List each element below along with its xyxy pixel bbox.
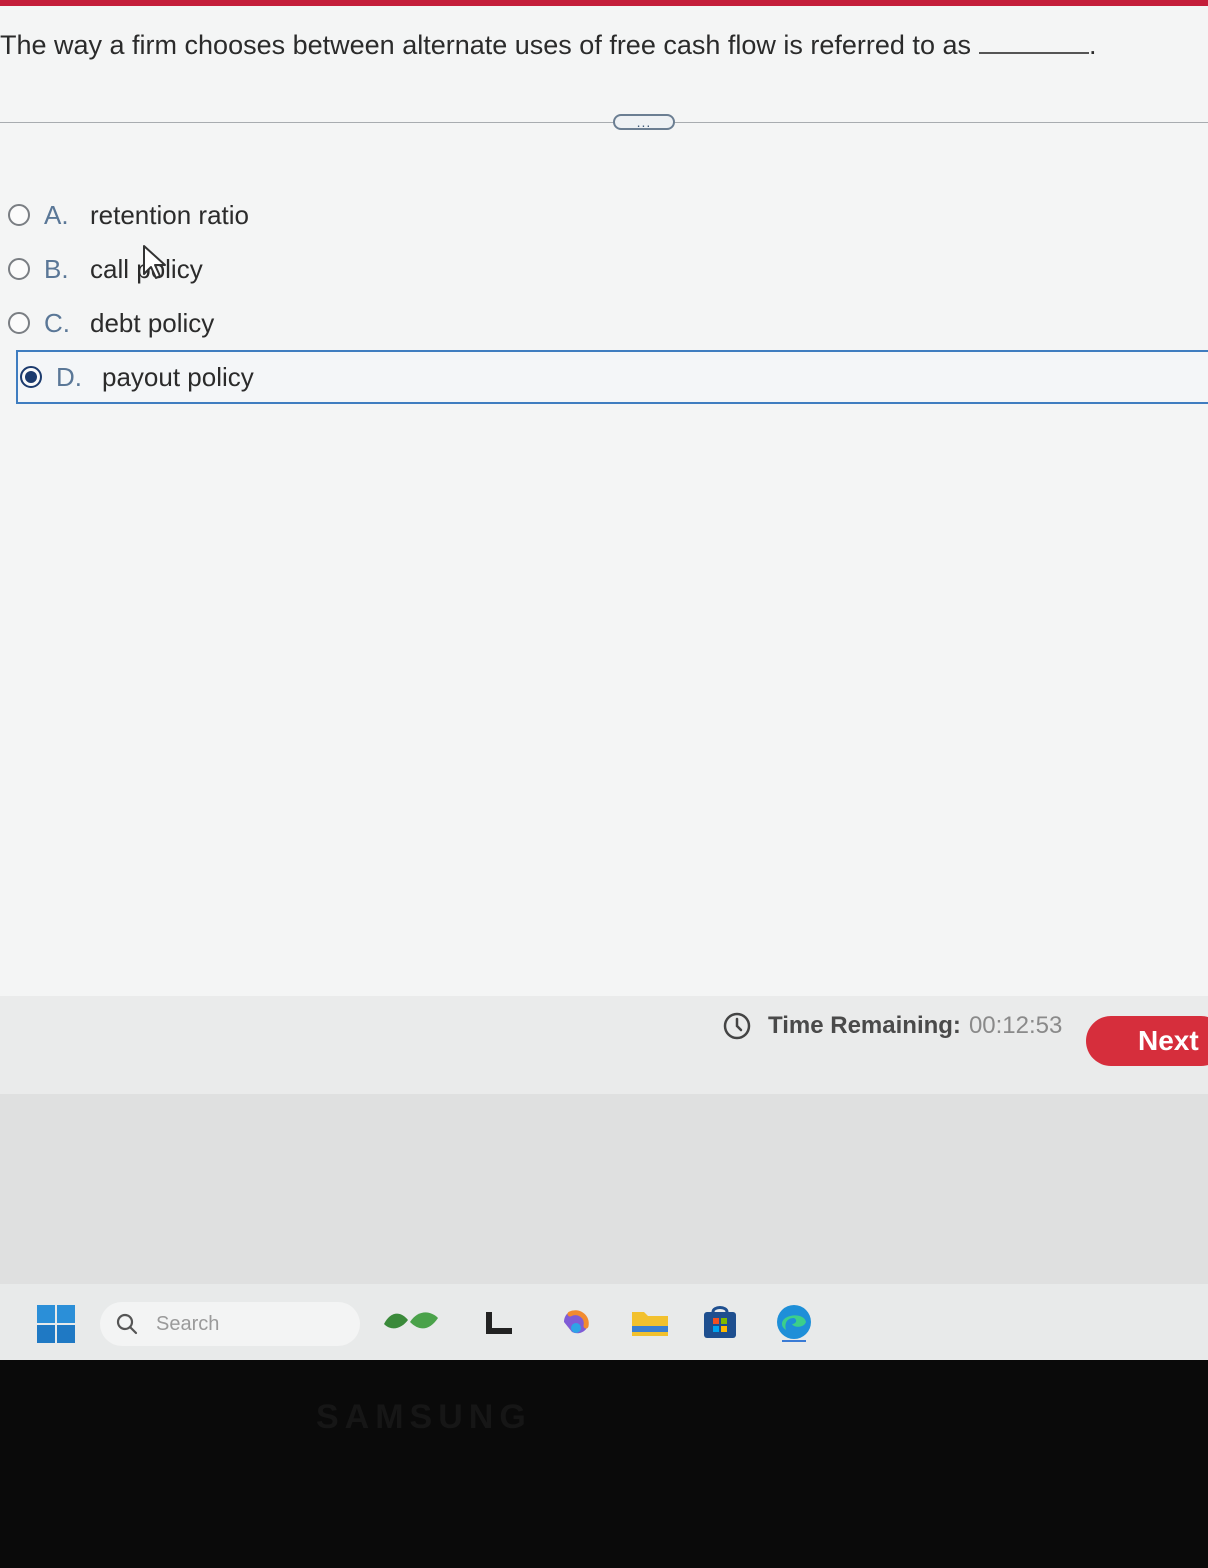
copilot-icon[interactable]	[556, 1302, 596, 1342]
question-prompt: The way a firm chooses between alternate…	[0, 30, 971, 60]
search-icon	[116, 1313, 138, 1335]
task-view-icon[interactable]	[480, 1302, 520, 1342]
search-placeholder: Search	[156, 1312, 220, 1335]
option-c-radio[interactable]	[8, 312, 30, 334]
edge-icon[interactable]	[774, 1302, 814, 1342]
file-explorer-icon[interactable]	[630, 1302, 670, 1342]
expand-content-button[interactable]: ...	[613, 114, 675, 130]
option-c-text: debt policy	[90, 307, 215, 338]
time-remaining-label: Time Remaining:	[768, 1012, 961, 1039]
option-a-text: retention ratio	[90, 199, 249, 230]
option-b-letter: B.	[44, 253, 69, 284]
time-remaining-value: 00:12:53	[968, 1012, 1063, 1039]
option-a-letter: A.	[44, 199, 69, 230]
browser-lower-area	[0, 1094, 1208, 1284]
time-remaining: Time Remaining: 00:12:53	[722, 1010, 1062, 1042]
option-d[interactable]: D. payout policy	[16, 350, 1208, 404]
taskbar-search-box[interactable]: Search	[100, 1302, 360, 1346]
windows-start-icon[interactable]	[36, 1304, 76, 1344]
option-a[interactable]: A. retention ratio	[8, 190, 1208, 240]
option-c[interactable]: C. debt policy	[8, 298, 1208, 348]
monitor-bezel	[0, 1360, 1208, 1568]
mouse-cursor-icon	[143, 245, 166, 279]
option-d-letter: D.	[56, 361, 82, 392]
section-divider	[0, 122, 1208, 123]
next-button[interactable]: Next	[1086, 1016, 1208, 1066]
option-d-text: payout policy	[102, 361, 254, 392]
option-d-radio[interactable]	[20, 366, 42, 388]
microsoft-store-icon[interactable]	[700, 1302, 740, 1342]
widgets-icon[interactable]	[380, 1302, 444, 1342]
option-b[interactable]: B. call policy	[8, 244, 1208, 294]
answer-blank	[978, 52, 1089, 54]
question-end-punct: .	[1088, 30, 1097, 60]
question-panel: The way a firm chooses between alternate…	[0, 6, 1208, 996]
option-a-radio[interactable]	[8, 204, 30, 226]
option-c-letter: C.	[44, 307, 70, 338]
question-text: The way a firm chooses between alternate…	[0, 30, 1190, 61]
clock-icon	[723, 1012, 751, 1040]
monitor-brand-logo: SAMSUNG	[316, 1398, 532, 1436]
option-b-radio[interactable]	[8, 258, 30, 280]
more-dots-icon: ...	[636, 114, 652, 130]
